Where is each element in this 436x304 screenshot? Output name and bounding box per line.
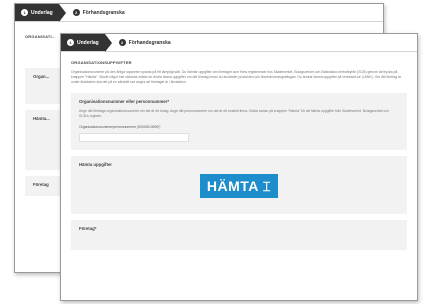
hamta-button-label: HÄMTA — [206, 177, 259, 194]
step-label: Förhandsgranska — [128, 39, 171, 46]
foreground-window: 1 Underlag 2 Förhandsgranska ORGANISATIO… — [60, 33, 418, 301]
step-number: 2 — [118, 39, 126, 46]
step-forhandsgranska[interactable]: 2 Förhandsgranska — [105, 34, 181, 51]
panel-title: Hämta uppgifter — [79, 161, 112, 167]
company-panel: Företag* — [71, 219, 407, 250]
step-underlag[interactable]: 1 Underlag — [61, 34, 112, 52]
step-number: 1 — [67, 39, 74, 46]
panel-title: Företag* — [79, 225, 97, 231]
orgnr-input[interactable] — [79, 132, 189, 142]
step-label: Förhandsgranska — [82, 9, 125, 16]
panel-title: Organisationsnummer eller personnummer* — [79, 98, 170, 104]
step-bar: 1 Underlag 2 Förhandsgranska — [15, 4, 383, 22]
step-label: Underlag — [77, 39, 99, 46]
main-content: ORGANISATIONSUPPGIFTER Organisationsnumm… — [61, 52, 417, 264]
step-label: Underlag — [31, 9, 53, 16]
panel-description: Ange ditt företags organisationsnummer o… — [79, 108, 389, 119]
step-number: 1 — [21, 9, 28, 16]
step-underlag[interactable]: 1 Underlag — [15, 4, 66, 22]
section-title: ORGANISATIONSUPPGIFTER — [71, 60, 132, 65]
orgnr-panel: Organisationsnummer eller personnummer* … — [71, 92, 407, 150]
step-bar: 1 Underlag 2 Förhandsgranska — [61, 34, 417, 52]
step-number: 2 — [72, 9, 80, 16]
orgnr-field-label: Organisationsnummer/personnummer (000000… — [79, 125, 161, 130]
hamta-button[interactable]: HÄMTA ⌶ — [200, 173, 278, 198]
intro-text: Organisationsnummer på den årliga rappor… — [71, 69, 401, 84]
fetch-panel: Hämta uppgifter HÄMTA ⌶ — [71, 155, 407, 214]
text-cursor-icon: ⌶ — [262, 178, 272, 194]
step-forhandsgranska[interactable]: 2 Förhandsgranska — [59, 4, 135, 21]
